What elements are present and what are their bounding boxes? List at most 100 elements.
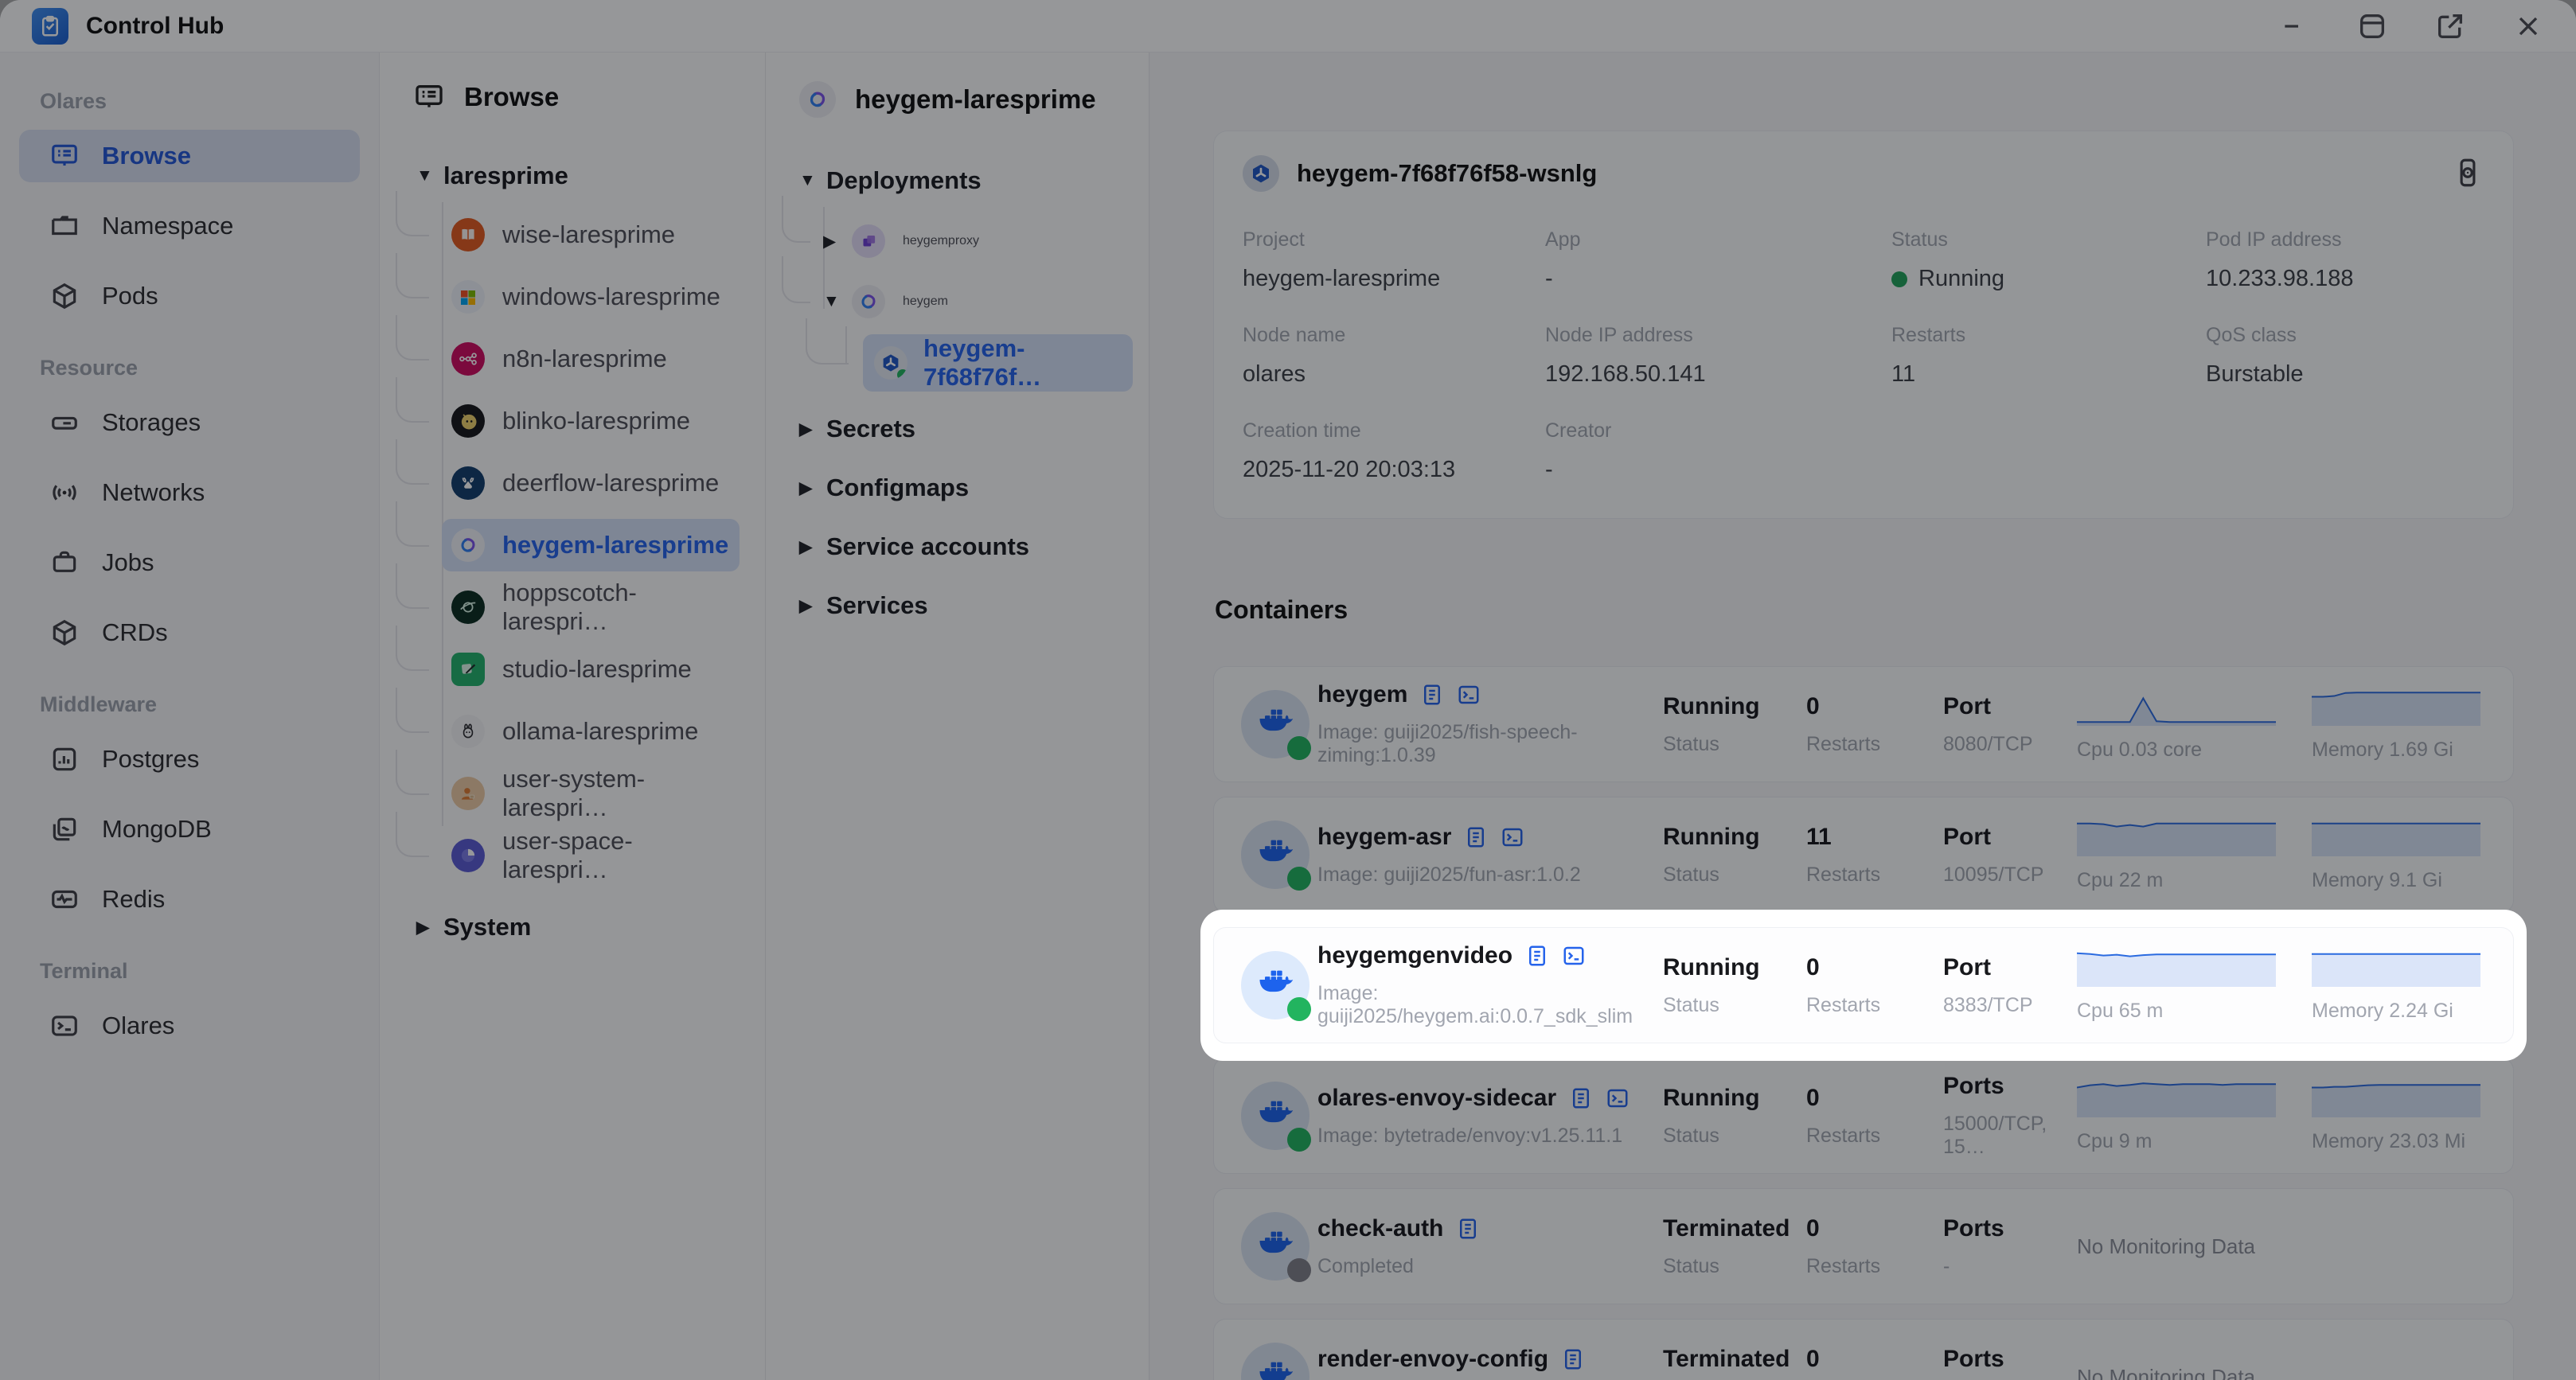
n8n-app-icon bbox=[451, 342, 485, 376]
container-row-render-envoy-config[interactable]: render-envoy-config Completed Terminated… bbox=[1213, 1319, 2514, 1380]
container-running-dot bbox=[1287, 736, 1311, 760]
tree-node-label: heygemproxy bbox=[903, 234, 980, 248]
tree-node-services[interactable]: ▶ Services bbox=[782, 579, 1133, 632]
user-space-app-icon bbox=[451, 839, 485, 872]
windows-app-icon bbox=[451, 280, 485, 314]
sidebar-item-label: Networks bbox=[102, 478, 205, 506]
tree-node-service-accounts[interactable]: ▶ Service accounts bbox=[782, 520, 1133, 573]
tree-node-label: System bbox=[443, 913, 532, 941]
open-external-button[interactable] bbox=[2434, 10, 2466, 42]
tree-node-heygemproxy[interactable]: ▶ heygemproxy bbox=[782, 196, 1133, 269]
cpu-sparkline bbox=[2077, 949, 2276, 987]
tree-node-deerflow-laresprime[interactable]: deerflow-laresprime bbox=[395, 439, 730, 509]
tree-node-windows-laresprime[interactable]: windows-laresprime bbox=[396, 253, 732, 323]
postgres-icon bbox=[53, 747, 76, 771]
tree-node-laresprime[interactable]: ▼ laresprime bbox=[396, 150, 749, 202]
container-row-check-auth[interactable]: check-auth Completed Terminated Status 0R… bbox=[1213, 1188, 2514, 1304]
sidebar-item-browse[interactable]: Browse bbox=[19, 130, 360, 182]
tree-node-heygem-deployment[interactable]: ▼ heygem bbox=[782, 256, 1133, 329]
sidebar-item-redis[interactable]: Redis bbox=[19, 873, 360, 926]
field-app: App - bbox=[1545, 228, 1581, 291]
field-project: Project heygem-laresprime bbox=[1243, 228, 1441, 291]
tree-node-secrets[interactable]: ▶ Secrets bbox=[782, 403, 1133, 455]
minimize-button[interactable] bbox=[2278, 10, 2310, 42]
tree-node-label: Secrets bbox=[826, 415, 916, 442]
jobs-icon bbox=[53, 551, 76, 572]
chevron-down-icon[interactable]: ▼ bbox=[799, 171, 826, 190]
field-node-ip: Node IP address 192.168.50.141 bbox=[1545, 324, 1706, 387]
container-terminal-button[interactable] bbox=[1457, 683, 1481, 707]
tree-node-label: Deployments bbox=[826, 166, 982, 194]
container-row-heygem-asr[interactable]: heygem-asr Image: guiji2025/fun-asr:1.0.… bbox=[1213, 797, 2514, 913]
container-logs-button[interactable] bbox=[1569, 1086, 1593, 1110]
tree-node-wise-laresprime[interactable]: wise-laresprime bbox=[396, 191, 722, 261]
tree-node-user-system-laresprime[interactable]: user-system-larespri… bbox=[396, 750, 749, 821]
container-row-olares-envoy-sidecar[interactable]: olares-envoy-sidecar Image: bytetrade/en… bbox=[1213, 1058, 2514, 1174]
chevron-right-icon[interactable]: ▶ bbox=[799, 596, 826, 616]
container-logs-button[interactable] bbox=[1525, 944, 1549, 968]
container-logs-button[interactable] bbox=[1420, 683, 1444, 707]
container-row-heygem[interactable]: heygem Image: guiji2025/fish-speech-zimi… bbox=[1213, 666, 2514, 782]
sidebar-item-storages[interactable]: Storages bbox=[19, 396, 360, 449]
chevron-right-icon[interactable]: ▶ bbox=[823, 232, 852, 251]
wise-app-icon bbox=[451, 218, 485, 251]
tree-node-system[interactable]: ▶ System bbox=[396, 901, 749, 953]
container-terminal-button[interactable] bbox=[1501, 825, 1524, 849]
container-logs-button[interactable] bbox=[1561, 1347, 1585, 1371]
field-restarts: Restarts 11 bbox=[1891, 324, 1966, 387]
sidebar-item-crds[interactable]: CRDs bbox=[19, 606, 360, 659]
tree-node-label: laresprime bbox=[443, 162, 568, 189]
container-image: Image: guiji2025/fun-asr:1.0.2 bbox=[1317, 863, 1581, 886]
tree-node-heygem-laresprime[interactable]: heygem-laresprime bbox=[395, 501, 740, 571]
tree-node-blinko-laresprime[interactable]: blinko-laresprime bbox=[396, 377, 722, 447]
sidebar-item-jobs[interactable]: Jobs bbox=[19, 536, 360, 589]
container-terminal-button[interactable] bbox=[1606, 1086, 1630, 1110]
browse-icon bbox=[416, 85, 443, 107]
tree-node-studio-laresprime[interactable]: studio-laresprime bbox=[396, 626, 722, 696]
pod-detail-main: heygem-7f68f76f58-wsnlg Project heygem-l… bbox=[1149, 53, 2576, 1380]
blinko-app-icon bbox=[451, 404, 485, 438]
chevron-right-icon[interactable]: ▶ bbox=[799, 419, 826, 439]
sidebar-item-mongodb[interactable]: MongoDB bbox=[19, 803, 360, 856]
tree-node-hoppscotch-laresprime[interactable]: hoppscotch-larespri… bbox=[396, 563, 749, 635]
tree-node-label: heygem-7f68f76f… bbox=[923, 334, 1042, 391]
app-icon bbox=[32, 7, 68, 45]
tree-node-n8n-laresprime[interactable]: n8n-laresprime bbox=[396, 315, 722, 385]
close-button[interactable] bbox=[2512, 10, 2544, 42]
tree-node-ollama-laresprime[interactable]: ollama-laresprime bbox=[396, 688, 722, 758]
cpu-sparkline bbox=[2077, 688, 2276, 726]
maximize-button[interactable] bbox=[2356, 10, 2388, 42]
sidebar-item-networks[interactable]: Networks bbox=[19, 466, 360, 519]
sidebar-item-label: Storages bbox=[102, 408, 201, 436]
tree-node-deployments[interactable]: ▼ Deployments bbox=[782, 154, 1133, 207]
container-terminal-button[interactable] bbox=[1562, 944, 1586, 968]
cpu-sparkline bbox=[2077, 1079, 2276, 1117]
container-logs-button[interactable] bbox=[1456, 1217, 1480, 1241]
container-name: heygem bbox=[1317, 681, 1408, 708]
tree-node-label: heygem-laresprime bbox=[502, 531, 729, 559]
tree-node-label: wise-laresprime bbox=[502, 220, 676, 248]
container-name: heygemgenvideo bbox=[1317, 942, 1513, 969]
chevron-right-icon[interactable]: ▶ bbox=[799, 537, 826, 557]
memory-sparkline bbox=[2312, 1079, 2480, 1117]
container-row-heygemgenvideo[interactable]: heygemgenvideo Image: guiji2025/heygem.a… bbox=[1213, 927, 2514, 1043]
watch-events-button[interactable] bbox=[2451, 156, 2484, 192]
chevron-down-icon[interactable]: ▼ bbox=[416, 166, 443, 185]
chevron-down-icon[interactable]: ▼ bbox=[823, 292, 852, 311]
tree-node-label: heygem bbox=[903, 294, 948, 308]
chevron-right-icon[interactable]: ▶ bbox=[416, 918, 443, 938]
tree-node-configmaps[interactable]: ▶ Configmaps bbox=[782, 462, 1133, 514]
docker-icon bbox=[1241, 1212, 1311, 1282]
pods-icon bbox=[53, 283, 76, 310]
sidebar-item-postgres[interactable]: Postgres bbox=[19, 733, 360, 786]
storage-icon bbox=[52, 416, 77, 430]
tree-node-user-space-laresprime[interactable]: user-space-larespri… bbox=[396, 812, 749, 883]
sidebar-item-olares-terminal[interactable]: Olares bbox=[19, 1000, 360, 1052]
sidebar-item-namespace[interactable]: Namespace bbox=[19, 200, 360, 252]
container-name: render-envoy-config bbox=[1317, 1345, 1549, 1372]
chevron-right-icon[interactable]: ▶ bbox=[799, 478, 826, 498]
sidebar-section-olares: Olares bbox=[40, 89, 107, 113]
tree-node-heygem-pod[interactable]: heygem-7f68f76f… bbox=[806, 318, 1133, 392]
sidebar-item-pods[interactable]: Pods bbox=[19, 270, 360, 322]
container-logs-button[interactable] bbox=[1464, 825, 1488, 849]
